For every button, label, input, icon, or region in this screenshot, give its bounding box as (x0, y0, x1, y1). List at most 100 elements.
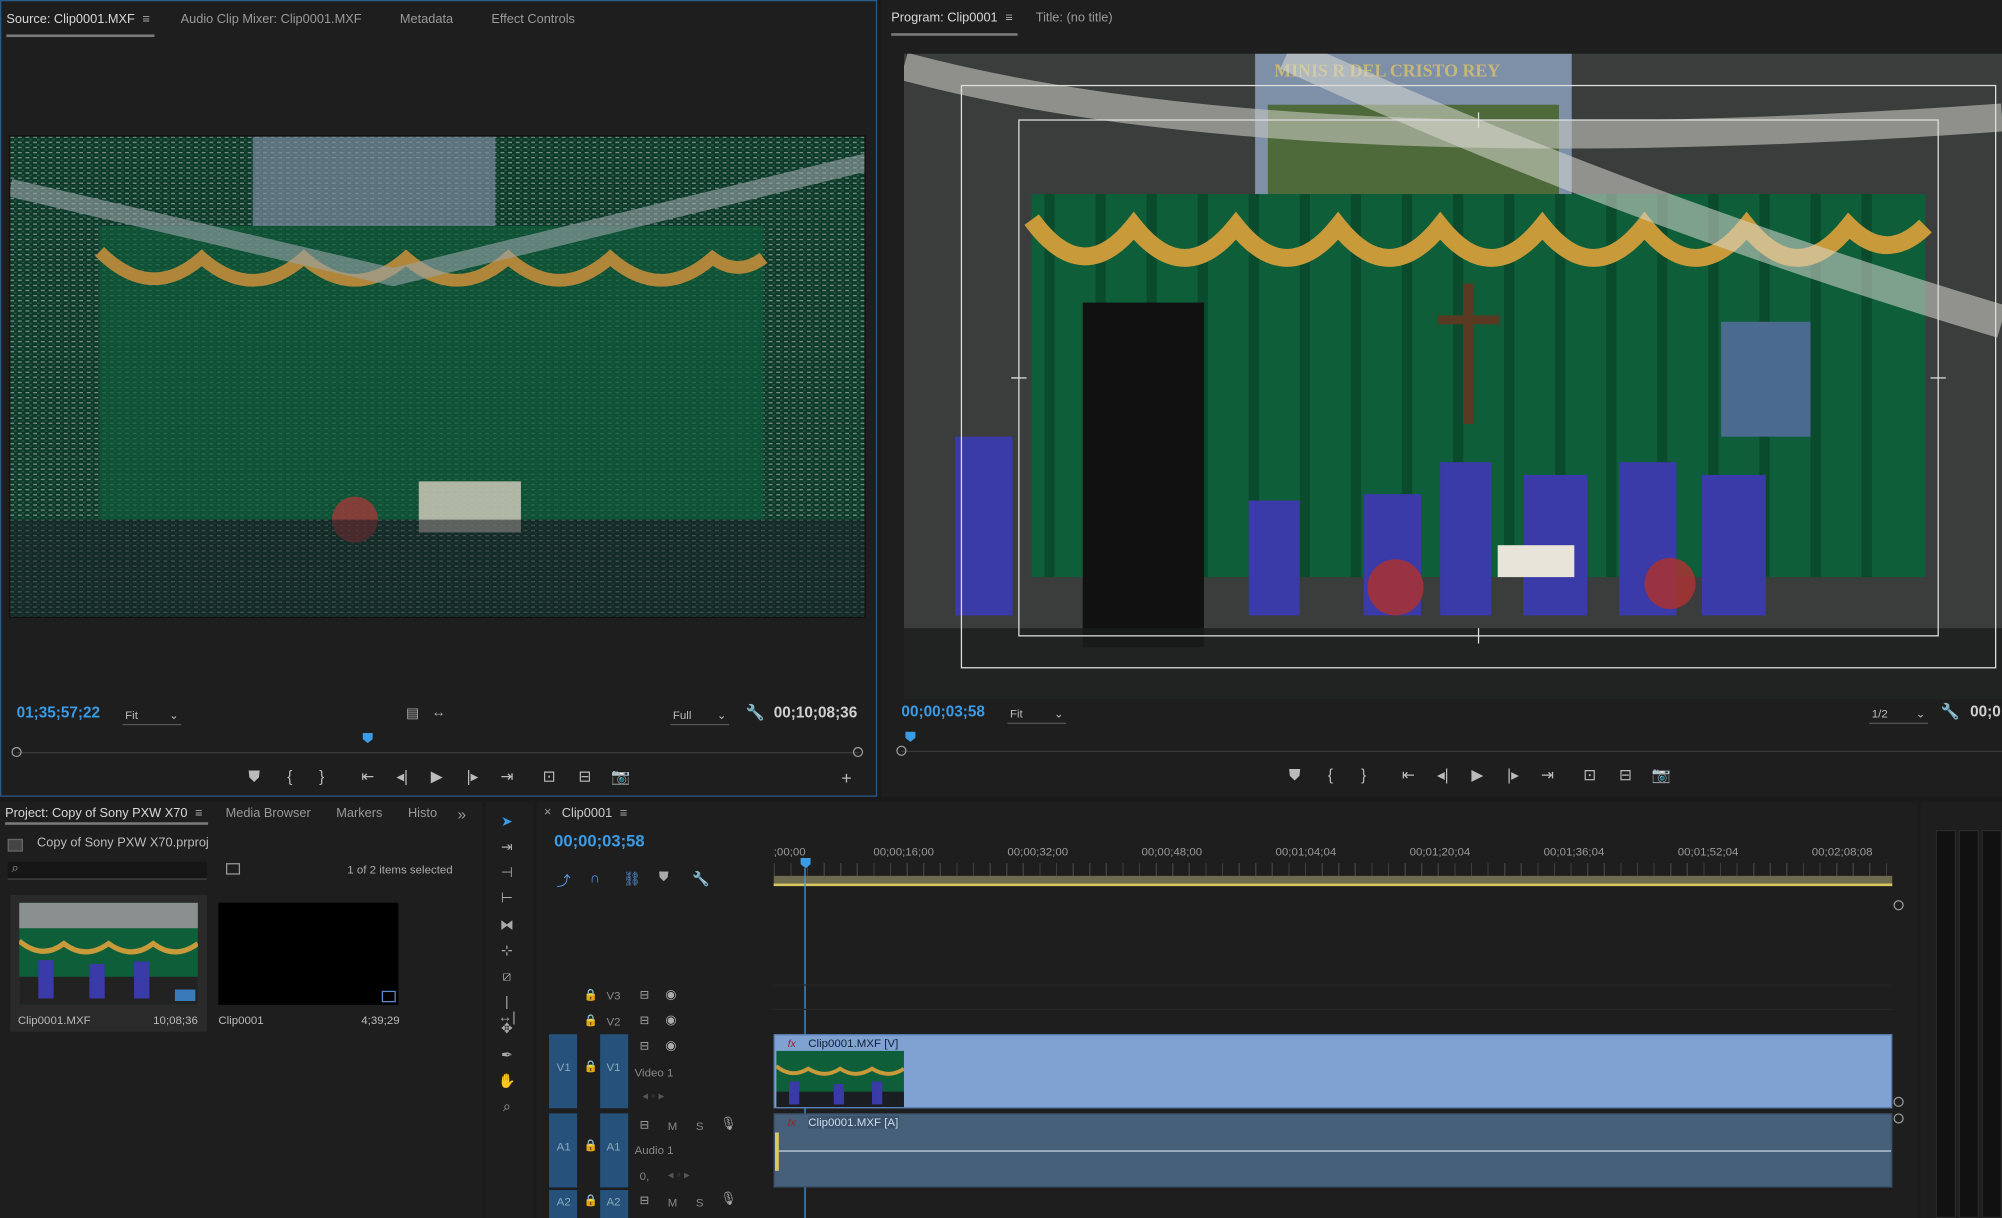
sync-lock-icon[interactable]: ⊟ (640, 1118, 650, 1132)
export-frame-icon[interactable]: ▤ (406, 705, 419, 721)
source-playhead[interactable] (362, 732, 373, 744)
play-icon[interactable]: ▶ (1467, 766, 1487, 784)
lock-icon[interactable]: 🔒 (583, 1014, 597, 1028)
rolling-edit-tool-icon[interactable]: ⊢ (497, 890, 517, 910)
tab-audio-clip-mixer[interactable]: Audio Clip Mixer: Clip0001.MXF (181, 1, 382, 39)
program-time-ruler[interactable] (901, 750, 2002, 753)
sync-lock-icon[interactable]: ⊟ (640, 988, 650, 1002)
eye-icon[interactable]: ◉ (665, 1014, 676, 1028)
step-forward-icon[interactable]: |▸ (1503, 766, 1523, 784)
drag-video-icon[interactable]: ↔ (432, 705, 446, 720)
track-label-a2[interactable]: A2 (606, 1195, 620, 1208)
tab-markers[interactable]: Markers (336, 802, 403, 828)
play-icon[interactable]: ▶ (426, 767, 446, 785)
sync-lock-icon[interactable]: ⊟ (640, 1194, 650, 1208)
slip-tool-icon[interactable]: ⧄ (497, 969, 517, 989)
razor-tool-icon[interactable]: ⊹ (497, 942, 517, 962)
eye-icon[interactable]: ◉ (665, 1039, 676, 1053)
work-area-bar[interactable] (773, 875, 1893, 887)
lock-icon[interactable]: 🔒 (583, 1139, 597, 1153)
hand-tool-icon[interactable]: ✋ (497, 1073, 517, 1093)
scroll-handle[interactable] (1893, 1113, 1904, 1124)
mark-in-icon[interactable]: { (1320, 766, 1340, 784)
wrench-icon[interactable]: 🔧 (692, 871, 709, 887)
step-back-icon[interactable]: ◂| (1433, 766, 1453, 784)
add-marker-icon[interactable]: ⛊ (1284, 766, 1304, 785)
pen-tool-icon[interactable]: ✥ (497, 1020, 517, 1040)
ripple-edit-tool-icon[interactable]: ⊣ (497, 864, 517, 884)
mark-out-icon[interactable]: } (312, 767, 332, 785)
nest-icon[interactable]: ⤴ (557, 871, 571, 891)
insert-icon[interactable]: ⊡ (539, 767, 559, 785)
tab-effect-controls[interactable]: Effect Controls (491, 1, 595, 39)
lift-icon[interactable]: ⊡ (1579, 766, 1599, 784)
wrench-icon[interactable]: 🔧 (746, 704, 765, 722)
audio-rubber-band[interactable] (775, 1150, 1891, 1152)
selection-tool-icon[interactable]: ➤ (497, 813, 517, 833)
linked-selection-icon[interactable]: ⛓ (623, 871, 641, 887)
keyframe-nav-icon[interactable]: ◂ ◦ ▸ (668, 1168, 690, 1182)
timeline-timecode[interactable]: 00;00;03;58 (554, 831, 644, 850)
mark-in-icon[interactable]: { (280, 767, 300, 785)
track-label-v1-src[interactable]: V1 (557, 1061, 571, 1074)
project-item[interactable]: Clip0001 4;39;29 (212, 895, 409, 1032)
time-ruler-ticks[interactable] (773, 863, 1893, 876)
mute-button[interactable]: M (668, 1120, 678, 1133)
go-to-out-icon[interactable]: ⇥ (1537, 766, 1557, 784)
microphone-icon[interactable]: 🎙 (720, 1117, 736, 1131)
camera-icon[interactable]: 📷 (1651, 766, 1671, 784)
project-menu-icon[interactable]: ≡ (195, 807, 202, 821)
more-panels-icon[interactable]: » (457, 802, 486, 828)
track-label-v1[interactable]: V1 (606, 1061, 620, 1074)
track-label-v3[interactable]: V3 (606, 990, 620, 1003)
lock-icon[interactable]: 🔒 (583, 1060, 597, 1074)
close-tab-icon[interactable]: × (544, 806, 551, 820)
mark-out-icon[interactable]: } (1353, 766, 1373, 784)
new-bin-icon[interactable] (225, 863, 241, 875)
zoom-tool-icon[interactable]: ⌕ (497, 1099, 517, 1119)
tab-program[interactable]: Program: Clip0001 ≡ (891, 0, 1033, 38)
tab-history[interactable]: Histo (408, 802, 458, 828)
add-marker-icon[interactable]: ⛊ (659, 871, 669, 885)
solo-button[interactable]: S (696, 1120, 704, 1133)
extract-icon[interactable]: ⊟ (1615, 766, 1635, 784)
slide-tool-icon[interactable]: |↔| (497, 995, 517, 1026)
tab-media-browser[interactable]: Media Browser (226, 802, 332, 828)
wrench-icon[interactable]: 🔧 (1941, 702, 1960, 720)
source-ruler-end[interactable] (852, 746, 864, 758)
snap-icon[interactable]: ∩ (590, 871, 600, 886)
tab-project[interactable]: Project: Copy of Sony PXW X70 ≡ (5, 802, 223, 828)
overwrite-icon[interactable]: ⊟ (575, 767, 595, 785)
step-back-icon[interactable]: ◂| (392, 767, 412, 785)
step-forward-icon[interactable]: |▸ (462, 767, 482, 785)
track-label-a2-src[interactable]: A2 (557, 1195, 571, 1208)
go-to-in-icon[interactable]: ⇤ (358, 767, 378, 785)
volume-value[interactable]: 0, (640, 1170, 650, 1183)
program-current-timecode[interactable]: 00;00;03;58 (901, 702, 984, 720)
microphone-icon[interactable]: 🎙 (720, 1193, 736, 1207)
audio-clip[interactable]: fx Clip0001.MXF [A] (773, 1113, 1893, 1188)
lock-icon[interactable]: 🔒 (583, 1194, 597, 1208)
add-button-icon[interactable]: + (836, 767, 856, 787)
go-to-out-icon[interactable]: ⇥ (497, 767, 517, 785)
track-label-v2[interactable]: V2 (606, 1015, 620, 1028)
sync-lock-icon[interactable]: ⊟ (640, 1014, 650, 1028)
source-resolution-select[interactable]: Full ⌄ (670, 707, 730, 726)
program-ruler-start[interactable] (896, 745, 907, 756)
add-marker-icon[interactable]: ⛊ (244, 767, 264, 786)
sync-lock-icon[interactable]: ⊟ (640, 1039, 650, 1053)
scroll-handle[interactable] (1893, 1096, 1904, 1107)
source-menu-icon[interactable]: ≡ (143, 13, 150, 27)
pen-icon[interactable]: ✒ (497, 1047, 517, 1067)
camera-icon[interactable]: 📷 (610, 767, 630, 785)
source-fit-select[interactable]: Fit ⌄ (122, 707, 182, 726)
source-ruler-start[interactable] (11, 746, 22, 758)
tab-source[interactable]: Source: Clip0001.MXF ≡ (6, 1, 170, 39)
go-to-in-icon[interactable]: ⇤ (1398, 766, 1418, 784)
program-fit-select[interactable]: Fit ⌄ (1007, 706, 1067, 724)
track-label-a1-src[interactable]: A1 (557, 1140, 571, 1153)
tab-sequence[interactable]: Clip0001 ≡ (562, 807, 628, 821)
program-resolution-select[interactable]: 1/2 ⌄ (1869, 706, 1928, 724)
project-item[interactable]: Clip0001.MXF 10;08;36 (10, 895, 207, 1032)
tab-title[interactable]: Title: (no title) (1036, 0, 1133, 38)
